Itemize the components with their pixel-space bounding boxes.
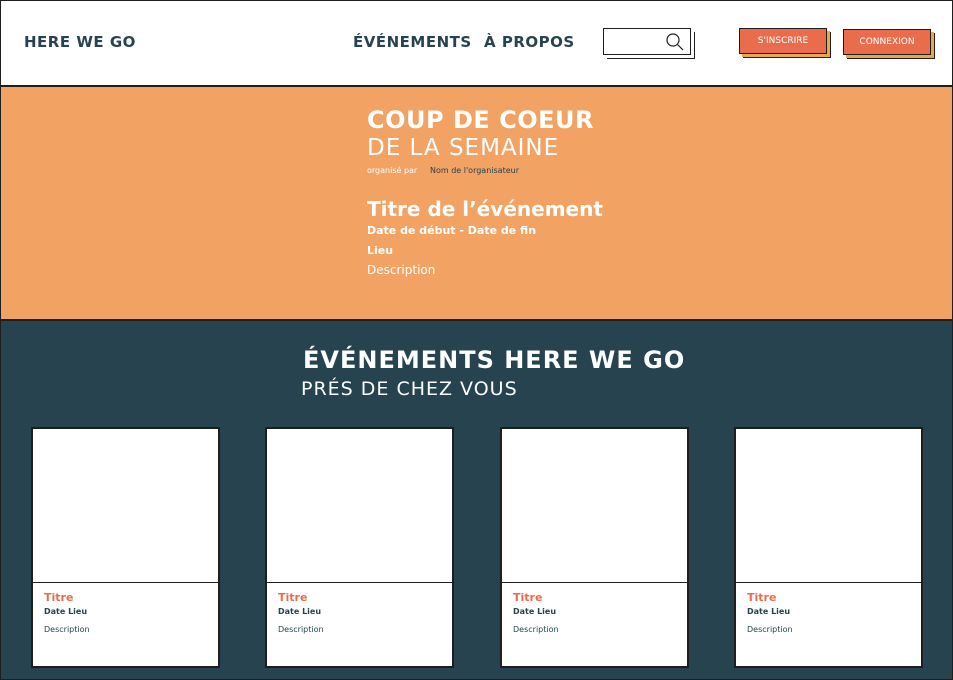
search-input[interactable] [604, 29, 666, 54]
site-header: HERE WE GO ÉVÉNEMENTS À PROPOS S'INSCRIR… [0, 0, 953, 86]
featured-event-dates: Date de début - Date de fin [367, 224, 537, 237]
event-card-meta: Date Lieu [44, 607, 88, 616]
event-card-description: Description [44, 625, 90, 634]
signup-button[interactable]: S'INSCRIRE [739, 28, 827, 54]
featured-subtitle: DE LA SEMAINE [367, 135, 560, 161]
login-button[interactable]: CONNEXION [843, 29, 931, 55]
nav-events[interactable]: ÉVÉNEMENTS [353, 33, 472, 51]
nav-about[interactable]: À PROPOS [484, 33, 575, 51]
event-card-image [736, 429, 921, 583]
event-card-meta: Date Lieu [513, 607, 557, 616]
organizer-label: organisé par [367, 166, 418, 175]
event-card-title: Titre [513, 591, 543, 604]
search-icon[interactable] [665, 32, 685, 52]
site-logo[interactable]: HERE WE GO [24, 33, 136, 51]
organizer-name[interactable]: Nom de l'organisateur [430, 166, 519, 175]
event-card-description: Description [513, 625, 559, 634]
featured-event-place: Lieu [367, 244, 394, 257]
event-card-meta: Date Lieu [747, 607, 791, 616]
event-card-image [502, 429, 687, 583]
featured-event-title[interactable]: Titre de l’événement [367, 197, 603, 221]
event-card[interactable]: Titre Date Lieu Description [500, 427, 689, 668]
events-section: ÉVÉNEMENTS HERE WE GO PRÉS DE CHEZ VOUS … [0, 320, 953, 680]
featured-event-description: Description [367, 263, 436, 277]
event-card-title: Titre [747, 591, 777, 604]
event-card[interactable]: Titre Date Lieu Description [265, 427, 454, 668]
event-card-title: Titre [44, 591, 74, 604]
featured-title: COUP DE COEUR [367, 106, 594, 134]
event-card-description: Description [747, 625, 793, 634]
event-card-description: Description [278, 625, 324, 634]
event-card[interactable]: Titre Date Lieu Description [31, 427, 220, 668]
event-card-meta: Date Lieu [278, 607, 322, 616]
event-card-title: Titre [278, 591, 308, 604]
event-card[interactable]: Titre Date Lieu Description [734, 427, 923, 668]
event-card-image [267, 429, 452, 583]
search-box [603, 28, 691, 55]
events-title: ÉVÉNEMENTS HERE WE GO [303, 346, 686, 374]
events-subtitle: PRÉS DE CHEZ VOUS [301, 378, 518, 400]
event-card-image [33, 429, 218, 583]
featured-section: COUP DE COEUR DE LA SEMAINE organisé par… [0, 86, 953, 320]
